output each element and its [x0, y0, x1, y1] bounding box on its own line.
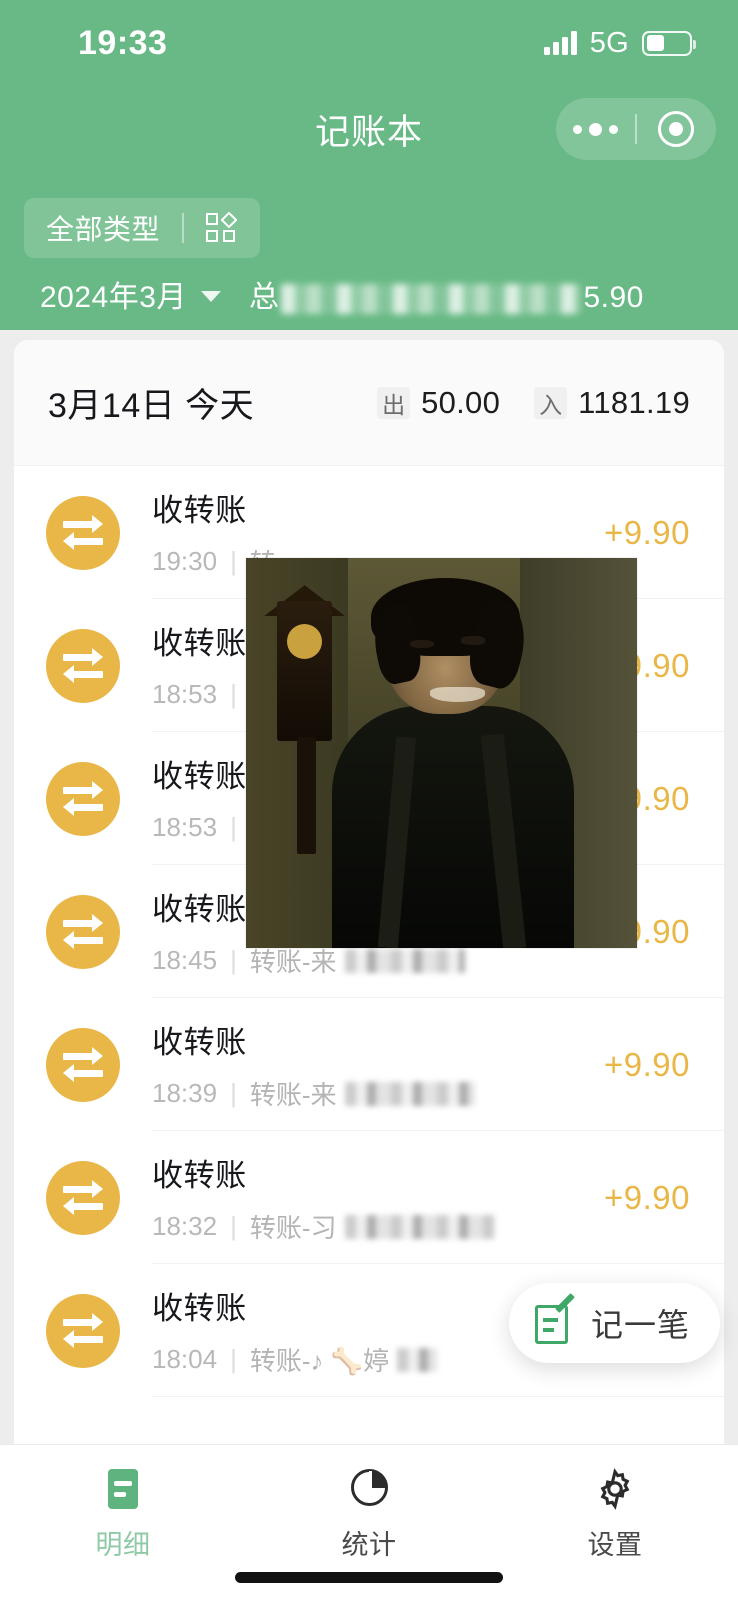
subtitle-divider: |	[230, 812, 237, 843]
category-grid-icon[interactable]	[206, 213, 238, 243]
chevron-down-icon[interactable]	[201, 291, 221, 302]
day-income: 入 1181.19	[534, 385, 690, 421]
type-filter-chip[interactable]: 全部类型	[24, 198, 260, 258]
redacted-text	[397, 1348, 437, 1372]
pasted-photo-overlay	[246, 558, 637, 948]
redacted-text	[345, 1082, 475, 1106]
add-record-label: 记一笔	[591, 1300, 690, 1346]
network-type-label: 5G	[590, 27, 629, 60]
transfer-swap-icon	[46, 1161, 120, 1235]
gear-icon	[593, 1467, 637, 1511]
income-value: 1181.19	[578, 385, 690, 421]
tab-settings[interactable]: 设置	[492, 1467, 738, 1562]
transaction-subtitle: 18:39 | 转账-来	[152, 1075, 604, 1112]
transaction-body: 收转账 18:39 | 转账-来	[152, 1017, 604, 1112]
subtitle-divider: |	[230, 679, 237, 710]
transaction-row[interactable]: 收转账 18:32 | 转账-习 +9.90	[14, 1131, 724, 1264]
row-divider	[152, 1396, 724, 1397]
transaction-amount: +9.90	[604, 1179, 690, 1217]
app-header: 19:33 5G 记账本 全部类型 2024年3月 总 5.90	[0, 0, 738, 330]
subtitle-divider: |	[230, 945, 237, 976]
month-total-prefix: 总	[249, 281, 280, 314]
home-indicator	[235, 1572, 503, 1583]
day-expense: 出 50.00	[377, 385, 500, 421]
transfer-swap-icon	[46, 762, 120, 836]
transaction-time: 19:30	[152, 546, 217, 577]
income-tag: 入	[534, 387, 567, 419]
transaction-time: 18:04	[152, 1344, 217, 1375]
transaction-row[interactable]: 收转账 18:39 | 转账-来 +9.90	[14, 998, 724, 1131]
transaction-time: 18:45	[152, 945, 217, 976]
transaction-time: 18:53	[152, 812, 217, 843]
transfer-swap-icon	[46, 629, 120, 703]
transfer-swap-icon	[46, 496, 120, 570]
transaction-icon-wrap	[14, 496, 152, 570]
transaction-icon-wrap	[14, 1028, 152, 1102]
month-total-suffix: 5.90	[583, 281, 643, 314]
transaction-icon-wrap	[14, 1294, 152, 1368]
battery-icon	[642, 31, 692, 56]
transaction-body: 收转账 18:32 | 转账-习	[152, 1150, 604, 1245]
bottom-tab-bar: 明细 统计 设置	[0, 1444, 738, 1600]
more-dots-icon[interactable]	[556, 123, 635, 136]
month-summary-row[interactable]: 2024年3月 总 5.90	[40, 272, 644, 316]
expense-tag: 出	[377, 387, 410, 419]
transaction-icon-wrap	[14, 762, 152, 836]
subtitle-divider: |	[230, 1211, 237, 1242]
transaction-time: 18:39	[152, 1078, 217, 1109]
transaction-icon-wrap	[14, 629, 152, 703]
navigation-bar: 记账本	[0, 86, 738, 172]
transaction-subtitle: 18:32 | 转账-习	[152, 1208, 604, 1245]
day-group-totals: 出 50.00 入 1181.19	[377, 385, 690, 421]
status-bar: 19:33 5G	[0, 0, 738, 86]
transaction-icon-wrap	[14, 895, 152, 969]
transaction-time: 18:53	[152, 679, 217, 710]
tab-detail[interactable]: 明细	[0, 1467, 246, 1562]
transfer-swap-icon	[46, 1028, 120, 1102]
day-group-date: 3月14日 今天	[48, 378, 254, 427]
note-edit-icon	[535, 1301, 575, 1345]
transaction-title: 收转账	[152, 1017, 604, 1062]
redacted-total	[281, 284, 581, 314]
month-selector-label: 2024年3月	[40, 272, 187, 316]
miniprogram-capsule[interactable]	[556, 98, 716, 160]
status-bar-clock: 19:33	[78, 24, 167, 63]
transaction-amount: +9.90	[604, 514, 690, 552]
transaction-icon-wrap	[14, 1161, 152, 1235]
transaction-time: 18:32	[152, 1211, 217, 1242]
transfer-swap-icon	[46, 895, 120, 969]
detail-list-icon	[101, 1467, 145, 1511]
tab-statistics-label: 统计	[342, 1523, 397, 1562]
signal-bars-icon	[544, 31, 577, 55]
transaction-desc: 转账-♪ 🦴婷	[250, 1341, 389, 1378]
transaction-title: 收转账	[152, 485, 604, 530]
subtitle-divider: |	[230, 1078, 237, 1109]
transfer-swap-icon	[46, 1294, 120, 1368]
filter-divider	[182, 213, 184, 243]
transaction-title: 收转账	[152, 1150, 604, 1195]
pie-chart-icon	[347, 1467, 391, 1511]
status-bar-indicators: 5G	[544, 27, 692, 60]
month-total: 总 5.90	[249, 272, 644, 316]
type-filter-label: 全部类型	[46, 208, 160, 248]
day-group-header: 3月14日 今天 出 50.00 入 1181.19	[14, 340, 724, 466]
tab-settings-label: 设置	[588, 1523, 643, 1562]
redacted-text	[345, 1215, 495, 1239]
subtitle-divider: |	[230, 1344, 237, 1375]
add-record-button[interactable]: 记一笔	[509, 1283, 720, 1363]
expense-value: 50.00	[421, 385, 500, 421]
target-circle-icon[interactable]	[637, 111, 716, 147]
redacted-text	[345, 949, 465, 973]
transaction-desc: 转账-来	[250, 1075, 337, 1112]
tab-statistics[interactable]: 统计	[246, 1467, 492, 1562]
subtitle-divider: |	[230, 546, 237, 577]
transaction-desc: 转账-习	[250, 1208, 337, 1245]
tab-detail-label: 明细	[96, 1523, 151, 1562]
transaction-amount: +9.90	[604, 1046, 690, 1084]
